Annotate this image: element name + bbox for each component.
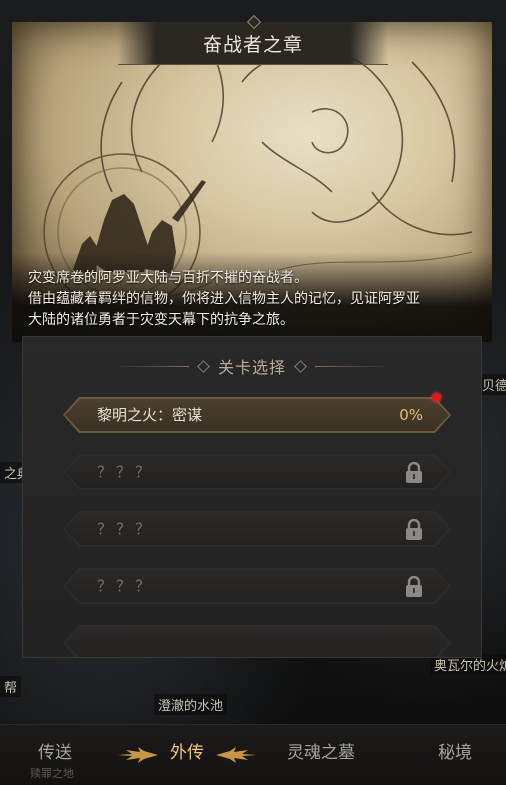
stage-name: ？？？ (97, 520, 155, 538)
chapter-title-banner: 奋战者之章 (118, 14, 388, 65)
map-label-bang[interactable]: 帮 (0, 676, 22, 697)
tab-label: 传送 (38, 743, 72, 763)
map-label-bede[interactable]: 贝德 (478, 374, 506, 395)
header-deco-diamond-right (294, 359, 307, 373)
header-deco-line-left (110, 365, 189, 367)
wing-ornament-left-icon (118, 747, 158, 763)
chapter-title: 奋战者之章 (202, 33, 303, 56)
stage-progress: 0% (399, 406, 423, 424)
stage-frame-inner (65, 627, 449, 658)
stage-item-locked-3[interactable]: ？？？ (63, 568, 451, 604)
stage-select-panel: 关卡选择 黎明之火：密谋 0% ？？？ ？？？ ？？？ (22, 336, 482, 658)
lock-icon (406, 462, 422, 483)
stage-item-dawn-fire[interactable]: 黎明之火：密谋 0% (63, 393, 451, 433)
wing-ornament-right-icon (216, 747, 256, 763)
tab-label: 灵魂之墓 (287, 743, 355, 763)
header-deco-line-right (315, 365, 393, 367)
stage-item-locked-2[interactable]: ？？？ (63, 511, 451, 547)
stage-name: ？？？ (97, 463, 155, 481)
notification-dot (432, 393, 441, 402)
stage-name: 黎明之火：密谋 (97, 406, 203, 424)
lock-icon (406, 519, 422, 540)
tab-secret-realm[interactable]: 秘境 (420, 725, 490, 785)
stage-select-title: 关卡选择 (217, 358, 286, 377)
tab-label: 秘境 (438, 743, 472, 763)
stage-select-header: 关卡选择 (23, 355, 481, 377)
description-line-1: 灾变席卷的阿罗亚大陆与百折不摧的奋战者。 (28, 270, 308, 286)
tab-under-label: 赎罪之地 (30, 767, 74, 780)
lock-icon (406, 576, 422, 597)
tab-side-story[interactable]: 外传 (158, 725, 216, 785)
bottom-tab-bar: 传送 赎罪之地 外传 灵魂之墓 秘境 (0, 724, 506, 785)
stage-name: ？？？ (97, 577, 155, 595)
description-line-3: 大陆的诸位勇者于灾变天幕下的抗争之旅。 (28, 312, 294, 328)
map-label-clear-pool[interactable]: 澄澈的水池 (154, 694, 228, 715)
tab-soul-tomb[interactable]: 灵魂之墓 (278, 725, 364, 785)
tab-label: 外传 (170, 743, 204, 763)
chapter-description: 灾变席卷的阿罗亚大陆与百折不摧的奋战者。 借由蕴藏着羁绊的信物，你将进入信物主人… (28, 268, 480, 331)
header-deco-diamond-left (197, 359, 210, 373)
stage-item-partial[interactable] (63, 625, 451, 658)
description-line-2: 借由蕴藏着羁绊的信物，你将进入信物主人的记忆，见证阿罗亚 (28, 291, 420, 307)
stage-item-locked-1[interactable]: ？？？ (63, 454, 451, 490)
